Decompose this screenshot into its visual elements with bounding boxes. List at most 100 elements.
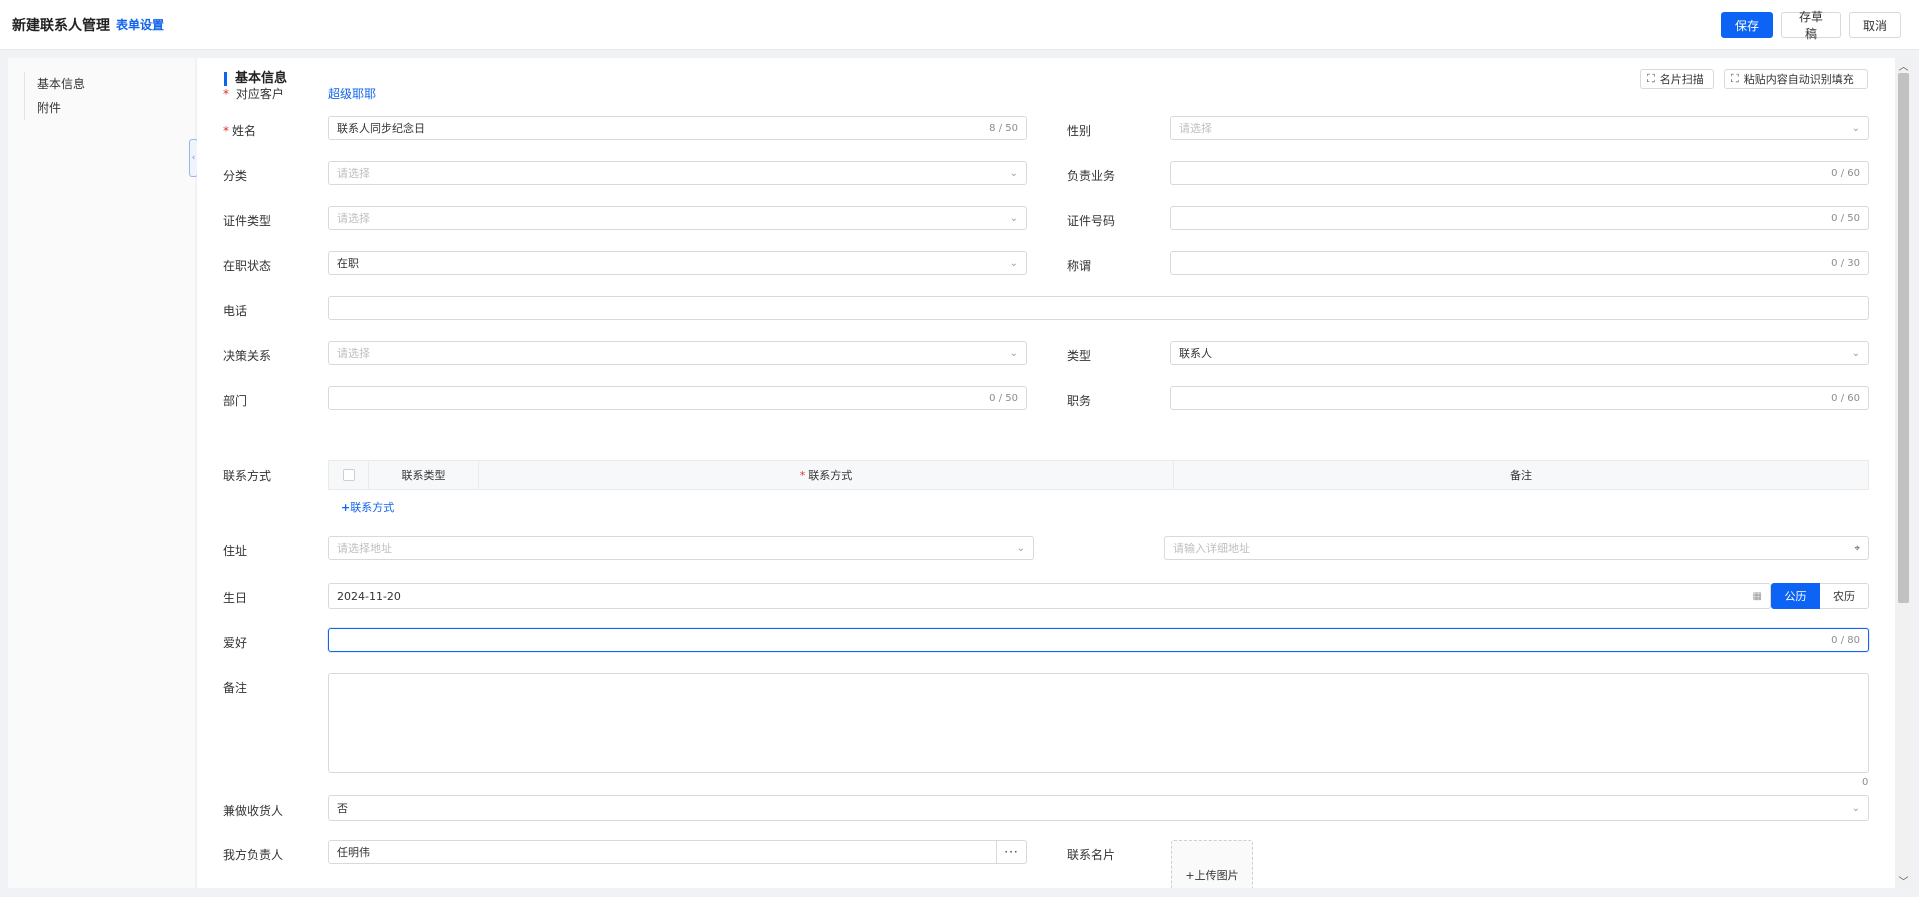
hobby-label: 爱好 — [223, 636, 248, 650]
receiver-select[interactable]: 否 ⌄ — [328, 795, 1869, 821]
page-title: 新建联系人管理 — [12, 17, 110, 34]
phone-input[interactable] — [328, 296, 1869, 320]
birthday-label: 生日 — [223, 591, 248, 605]
calendar-lunar-toggle[interactable]: 农历 — [1820, 583, 1869, 609]
section-nav: 基本信息 附件 — [24, 72, 85, 120]
upload-image-button[interactable]: + 上传图片 — [1171, 840, 1253, 888]
column-note: 备注 — [1510, 469, 1532, 482]
plus-icon: + — [341, 501, 351, 514]
location-pin-icon[interactable]: ⌖ — [1854, 543, 1860, 554]
required-mark: * — [799, 468, 806, 482]
status-select[interactable]: 在职 ⌄ — [328, 251, 1027, 275]
add-contact-method-button[interactable]: +联系方式 — [341, 499, 394, 515]
birthday-value: 2024-11-20 — [337, 589, 401, 603]
type-label: 类型 — [1067, 349, 1092, 363]
owner-input[interactable]: 任明伟 — [328, 840, 997, 864]
id-number-input[interactable]: 0 / 50 — [1170, 206, 1869, 230]
id-type-label: 证件类型 — [223, 214, 272, 228]
calendar-solar-toggle[interactable]: 公历 — [1771, 583, 1820, 609]
remark-textarea[interactable] — [328, 673, 1869, 773]
decision-placeholder: 请选择 — [337, 347, 370, 360]
select-all-checkbox[interactable] — [342, 469, 355, 481]
category-select[interactable]: 请选择 ⌄ — [328, 161, 1027, 185]
section-title: 基本信息 — [224, 72, 287, 86]
required-mark: * — [223, 124, 229, 138]
decision-label: 决策关系 — [223, 349, 272, 363]
chevron-down-icon: ⌄ — [1851, 347, 1860, 359]
owner-label: 我方负责人 — [223, 848, 284, 862]
customer-link[interactable]: 超级耶耶 — [328, 85, 376, 102]
status-label: 在职状态 — [223, 259, 272, 273]
phone-label: 电话 — [223, 304, 248, 318]
save-button[interactable]: 保存 — [1721, 12, 1773, 38]
customer-label: * 对应客户 — [223, 87, 284, 101]
chevron-down-icon: ⌄ — [1851, 802, 1860, 814]
form-panel: 基本信息 ⛶ 名片扫描 ⛶ 粘贴内容自动识别填充 * 对应客户 超级耶耶 * 姓名… — [197, 58, 1895, 888]
card-label: 联系名片 — [1067, 848, 1116, 862]
chevron-left-icon: ‹ — [191, 153, 196, 163]
address-detail-input[interactable]: 请输入详细地址 ⌖ — [1164, 536, 1869, 560]
remark-char-count: 0 — [1862, 777, 1869, 788]
hobby-input[interactable]: 0 / 80 — [328, 628, 1869, 652]
chevron-down-icon: ⌄ — [1851, 122, 1860, 134]
cancel-button[interactable]: 取消 — [1849, 12, 1901, 38]
save-draft-button[interactable]: 存草稿 — [1781, 10, 1841, 41]
name-value: 联系人同步纪念日 — [337, 122, 425, 135]
header-actions: 保存 存草稿 取消 — [1721, 10, 1901, 41]
remark-label: 备注 — [223, 681, 248, 695]
upload-image-label: 上传图片 — [1194, 869, 1239, 882]
name-char-count: 8 / 50 — [989, 122, 1018, 134]
scrollbar-thumb[interactable] — [1898, 73, 1909, 603]
salutation-input[interactable]: 0 / 30 — [1170, 251, 1869, 275]
scroll-down-icon[interactable]: ﹀ — [1895, 873, 1912, 888]
required-mark: * — [223, 87, 229, 101]
owner-picker-button[interactable]: ··· — [997, 840, 1027, 864]
sidebar-item-attachments[interactable]: 附件 — [37, 96, 85, 120]
calendar-icon: ▦ — [1752, 590, 1762, 602]
position-label: 职务 — [1067, 394, 1092, 408]
card-scan-button[interactable]: ⛶ 名片扫描 — [1640, 69, 1714, 89]
department-char-count: 0 / 50 — [989, 392, 1018, 404]
section-sidebar: 基本信息 附件 — [8, 58, 195, 888]
chevron-down-icon: ⌄ — [1009, 257, 1018, 269]
position-char-count: 0 / 60 — [1831, 392, 1860, 404]
scroll-up-icon[interactable]: ︿ — [1895, 58, 1912, 73]
column-contact-method: * 联系方式 — [479, 461, 1174, 489]
chevron-down-icon: ⌄ — [1016, 542, 1025, 554]
id-type-placeholder: 请选择 — [337, 212, 370, 225]
business-input[interactable]: 0 / 60 — [1170, 161, 1869, 185]
address-placeholder: 请选择地址 — [337, 542, 392, 555]
salutation-char-count: 0 / 30 — [1831, 257, 1860, 269]
status-value: 在职 — [337, 257, 359, 270]
type-value: 联系人 — [1179, 347, 1212, 360]
chevron-down-icon: ⌄ — [1009, 167, 1018, 179]
gender-placeholder: 请选择 — [1179, 122, 1212, 135]
id-type-select[interactable]: 请选择 ⌄ — [328, 206, 1027, 230]
paste-autofill-button[interactable]: ⛶ 粘贴内容自动识别填充 — [1724, 69, 1868, 89]
address-region-select[interactable]: 请选择地址 ⌄ — [328, 536, 1034, 560]
category-label: 分类 — [223, 169, 248, 183]
name-input[interactable]: 联系人同步纪念日 8 / 50 — [328, 116, 1027, 140]
sidebar-item-basic-info[interactable]: 基本信息 — [37, 72, 85, 96]
gender-select[interactable]: 请选择 ⌄ — [1170, 116, 1869, 140]
receiver-label: 兼做收货人 — [223, 804, 284, 818]
business-label: 负责业务 — [1067, 169, 1116, 183]
type-select[interactable]: 联系人 ⌄ — [1170, 341, 1869, 365]
form-settings-link[interactable]: 表单设置 — [116, 16, 164, 33]
birthday-date-picker[interactable]: 2024-11-20 ▦ — [328, 583, 1771, 609]
owner-value: 任明伟 — [337, 846, 370, 859]
scan-icon: ⛶ — [1731, 72, 1739, 85]
page-header: 新建联系人管理 表单设置 保存 存草稿 取消 — [0, 0, 1919, 50]
select-all-cell — [329, 461, 369, 489]
position-input[interactable]: 0 / 60 — [1170, 386, 1869, 410]
department-input[interactable]: 0 / 50 — [328, 386, 1027, 410]
address-detail-placeholder: 请输入详细地址 — [1173, 542, 1250, 555]
contact-methods-table: 联系类型 * 联系方式 备注 — [328, 460, 1869, 490]
chevron-down-icon: ⌄ — [1009, 347, 1018, 359]
decision-select[interactable]: 请选择 ⌄ — [328, 341, 1027, 365]
page-scrollbar[interactable]: ︿ ﹀ — [1895, 58, 1912, 888]
chevron-down-icon: ⌄ — [1009, 212, 1018, 224]
name-label: * 姓名 — [223, 124, 257, 138]
address-label: 住址 — [223, 544, 248, 558]
business-char-count: 0 / 60 — [1831, 167, 1860, 179]
